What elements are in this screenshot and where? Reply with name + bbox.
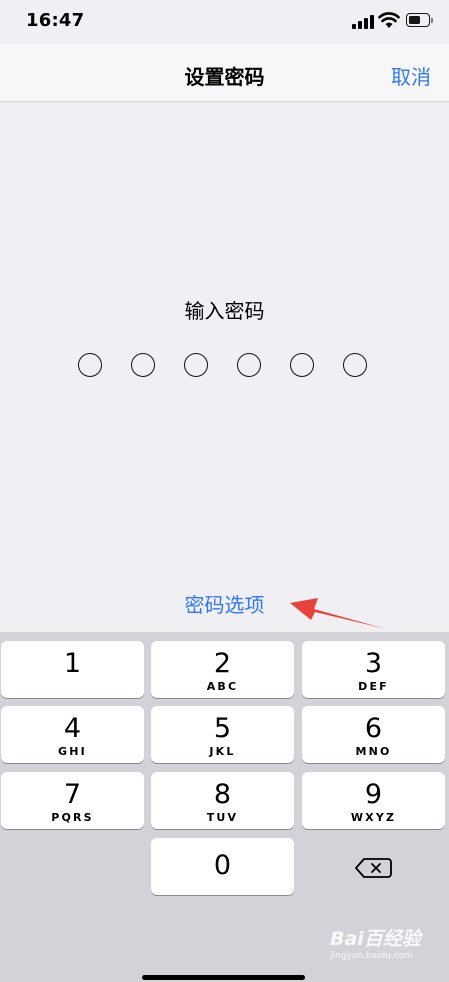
passcode-dots <box>78 353 370 379</box>
home-indicator <box>142 975 305 980</box>
key-digit: 0 <box>213 850 232 881</box>
key-digit: 9 <box>364 779 383 810</box>
key-9[interactable]: 9 WXYZ <box>302 772 445 829</box>
key-letters: ABC <box>206 680 239 693</box>
watermark-logo: Bai百经验 <box>330 928 421 950</box>
status-time: 16:47 <box>26 10 85 31</box>
key-digit: 4 <box>63 713 82 744</box>
key-letters: TUV <box>206 811 239 824</box>
passcode-dot <box>184 353 208 377</box>
status-bar: 16:47 <box>0 0 449 44</box>
page-title: 设置密码 <box>184 65 265 89</box>
key-letters: WXYZ <box>350 811 397 824</box>
key-8[interactable]: 8 TUV <box>151 772 294 829</box>
signal-icon <box>352 13 374 29</box>
passcode-dot <box>290 353 314 377</box>
key-letters: PQRS <box>51 811 94 824</box>
key-letters: GHI <box>58 745 87 758</box>
passcode-dot <box>237 353 261 377</box>
battery-icon <box>406 13 430 27</box>
delete-key[interactable] <box>302 838 445 895</box>
key-letters: JKL <box>209 745 236 758</box>
key-4[interactable]: 4 GHI <box>1 706 144 763</box>
key-7[interactable]: 7 PQRS <box>1 772 144 829</box>
key-digit: 5 <box>213 713 232 744</box>
backspace-icon <box>355 858 392 878</box>
key-digit: 6 <box>364 713 383 744</box>
nav-bar: 设置密码 取消 <box>0 44 449 102</box>
battery-tip <box>431 18 433 23</box>
passcode-dot <box>343 353 367 377</box>
key-5[interactable]: 5 JKL <box>151 706 294 763</box>
key-digit: 3 <box>364 648 383 679</box>
cancel-button[interactable]: 取消 <box>391 61 431 90</box>
key-digit: 8 <box>213 779 232 810</box>
key-0[interactable]: 0 <box>151 838 294 895</box>
key-digit: 1 <box>63 648 82 679</box>
wifi-icon <box>378 12 400 28</box>
watermark-url: jingyan.baidu.com <box>330 951 414 961</box>
passcode-options-link[interactable]: 密码选项 <box>0 589 449 618</box>
passcode-prompt: 输入密码 <box>184 299 265 323</box>
key-3[interactable]: 3 DEF <box>302 641 445 698</box>
passcode-dot <box>78 353 102 377</box>
watermark: Bai百经验 jingyan.baidu.com <box>330 924 440 974</box>
passcode-dot <box>131 353 155 377</box>
key-1[interactable]: 1 <box>1 641 144 698</box>
key-letters: DEF <box>358 680 389 693</box>
key-letters: MNO <box>355 745 392 758</box>
key-6[interactable]: 6 MNO <box>302 706 445 763</box>
key-2[interactable]: 2 ABC <box>151 641 294 698</box>
key-digit: 2 <box>213 648 232 679</box>
key-digit: 7 <box>63 779 82 810</box>
